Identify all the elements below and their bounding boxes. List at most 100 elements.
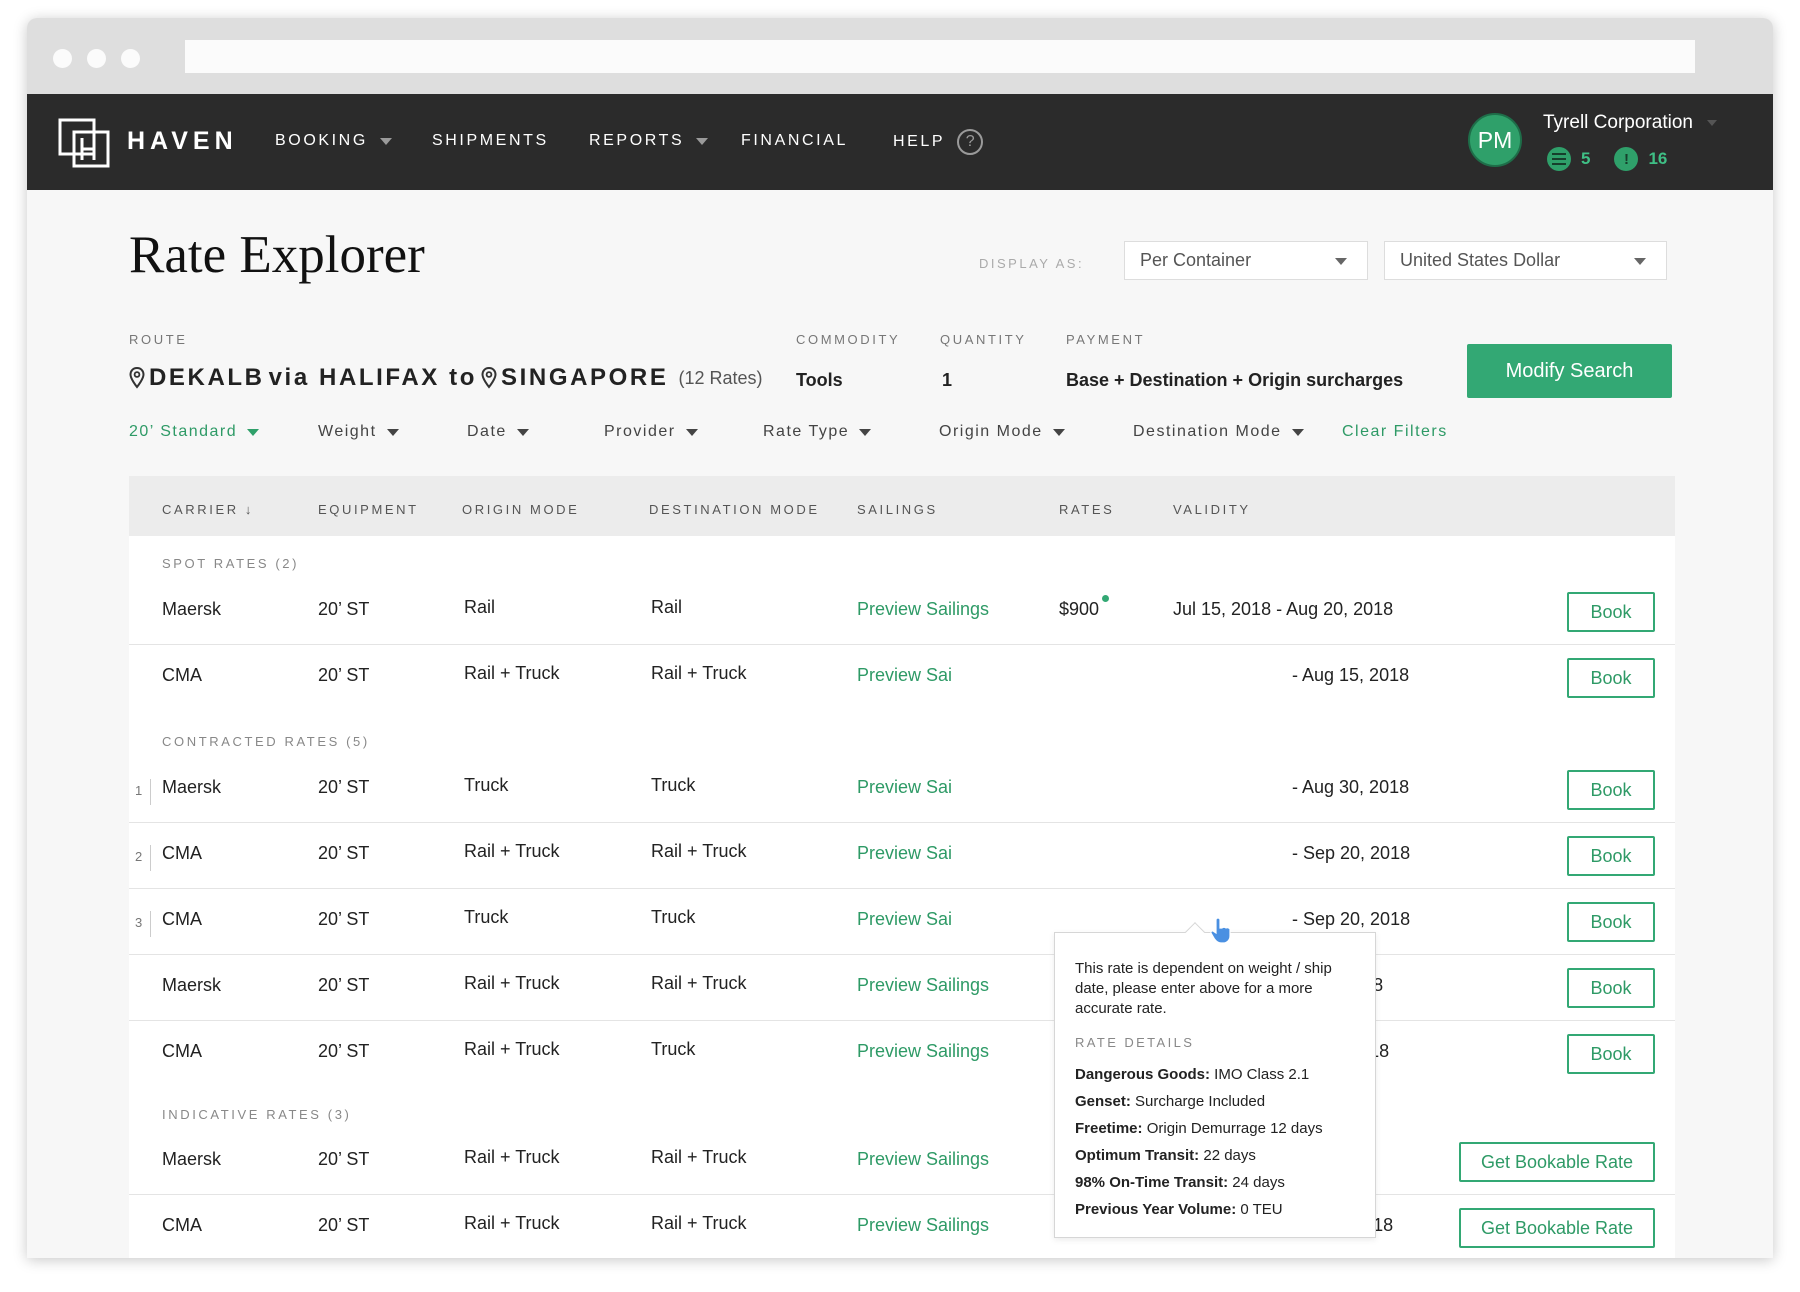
- col-carrier[interactable]: CARRIER ↓: [162, 502, 254, 517]
- filter-weight[interactable]: Weight: [318, 423, 399, 441]
- address-bar[interactable]: [185, 40, 1695, 73]
- filter-container-label: 20’ Standard: [129, 423, 238, 440]
- nav-help[interactable]: HELP ?: [893, 129, 984, 155]
- book-button[interactable]: Book: [1567, 836, 1655, 876]
- origin-mode-cell: Rail + Truck: [464, 1147, 560, 1167]
- nav-booking-label: BOOKING: [275, 132, 368, 149]
- nav-booking[interactable]: BOOKING: [275, 132, 392, 150]
- alert-badge[interactable]: ! 16: [1614, 147, 1667, 171]
- haven-logo-icon[interactable]: [58, 118, 110, 168]
- preview-sailings-link[interactable]: Preview Sailings: [857, 1041, 989, 1062]
- preview-sailings-link[interactable]: Preview Sai: [857, 909, 952, 930]
- alert-count: 16: [1648, 149, 1668, 168]
- currency-select[interactable]: United States Dollar: [1384, 241, 1667, 280]
- col-validity: VALIDITY: [1173, 502, 1251, 517]
- destination-mode-cell: Rail + Truck: [651, 1213, 747, 1233]
- filter-rate-type[interactable]: Rate Type: [763, 423, 872, 441]
- route-origin: DEKALB: [149, 364, 265, 391]
- nav-financial-label: FINANCIAL: [741, 132, 848, 149]
- currency-value: United States Dollar: [1400, 250, 1561, 270]
- help-icon: ?: [957, 129, 984, 155]
- route-via: via HALIFAX to: [268, 364, 478, 391]
- filter-date[interactable]: Date: [467, 423, 529, 441]
- carrier-cell: Maersk: [162, 975, 222, 995]
- filter-origin-mode[interactable]: Origin Mode: [939, 423, 1065, 441]
- preview-sailings-link[interactable]: Preview Sai: [857, 843, 952, 864]
- carrier-cell: CMA: [162, 909, 202, 929]
- preview-sailings-link[interactable]: Preview Sai: [857, 777, 952, 798]
- validity-cell: - Sep 20, 2018: [1292, 909, 1411, 929]
- chevron-down-icon: [1634, 258, 1646, 265]
- commodity-value: Tools: [796, 370, 843, 390]
- filter-provider[interactable]: Provider: [604, 423, 698, 441]
- nav-shipments[interactable]: SHIPMENTS: [432, 132, 549, 150]
- preview-sailings-link[interactable]: Preview Sailings: [857, 975, 989, 996]
- origin-mode-cell: Truck: [464, 907, 509, 927]
- payment-value: Base + Destination + Origin surcharges: [1066, 370, 1404, 390]
- nav-financial[interactable]: FINANCIAL: [741, 132, 848, 150]
- tooltip-message: This rate is dependent on weight / ship …: [1075, 960, 1332, 1017]
- org-switcher[interactable]: Tyrell Corporation: [1543, 112, 1717, 134]
- tooltip-detail-row: Optimum Transit: 22 days: [1075, 1146, 1355, 1173]
- display-as-select[interactable]: Per Container: [1124, 241, 1368, 280]
- window-minimize-dot[interactable]: [87, 49, 106, 68]
- equipment-cell: 20’ ST: [318, 1215, 370, 1235]
- preview-sailings-link[interactable]: Preview Sailings: [857, 599, 989, 620]
- filter-date-label: Date: [467, 423, 507, 440]
- table-row: Maersk 20’ ST Rail + Truck Rail + Truck Prev…: [129, 955, 1675, 1021]
- filter-origin-mode-label: Origin Mode: [939, 423, 1043, 440]
- destination-mode-cell: Truck: [651, 775, 696, 795]
- filter-provider-label: Provider: [604, 423, 676, 440]
- chevron-down-icon: [1335, 258, 1347, 265]
- filter-weight-label: Weight: [318, 423, 377, 440]
- book-button[interactable]: Book: [1567, 968, 1655, 1008]
- book-button[interactable]: Book: [1567, 592, 1655, 632]
- window-close-dot[interactable]: [53, 49, 72, 68]
- col-rates: RATES: [1059, 502, 1115, 517]
- origin-mode-cell: Rail + Truck: [464, 1039, 560, 1059]
- book-button[interactable]: Book: [1567, 902, 1655, 942]
- table-row: Maersk 20’ ST Rail + Truck Rail + Truck Prev…: [129, 1129, 1675, 1195]
- preview-sailings-link[interactable]: Preview Sailings: [857, 1149, 989, 1170]
- book-button[interactable]: Book: [1567, 658, 1655, 698]
- preview-sailings-link[interactable]: Preview Sailings: [857, 1215, 989, 1236]
- task-list-badge[interactable]: 5: [1547, 147, 1590, 171]
- rate-info-dot-icon[interactable]: [1102, 595, 1110, 602]
- detail-key: Genset:: [1075, 1093, 1131, 1110]
- get-bookable-rate-button[interactable]: Get Bookable Rate: [1459, 1142, 1655, 1182]
- clear-filters-link[interactable]: Clear Filters: [1342, 423, 1448, 441]
- avatar[interactable]: PM: [1468, 113, 1522, 167]
- modify-search-button[interactable]: Modify Search: [1467, 344, 1672, 398]
- destination-mode-cell: Truck: [651, 1039, 696, 1059]
- route-destination: SINGAPORE: [501, 364, 669, 391]
- chevron-down-icon: [1052, 428, 1065, 436]
- book-button[interactable]: Book: [1567, 770, 1655, 810]
- book-button[interactable]: Book: [1567, 1034, 1655, 1074]
- destination-mode-cell: Rail + Truck: [651, 1147, 747, 1167]
- carrier-cell: Maersk: [162, 599, 222, 619]
- filter-destination-mode-label: Destination Mode: [1133, 423, 1282, 440]
- rates-table: CARRIER ↓ EQUIPMENT ORIGIN MODE DESTINAT…: [129, 476, 1675, 1258]
- nav-reports[interactable]: REPORTS: [589, 132, 709, 150]
- carrier-cell: CMA: [162, 843, 202, 863]
- rate-count: (12 Rates): [678, 367, 763, 388]
- filter-destination-mode[interactable]: Destination Mode: [1133, 423, 1304, 441]
- tooltip-detail-row: Dangerous Goods: IMO Class 2.1: [1075, 1065, 1355, 1092]
- payment-label: PAYMENT: [1066, 332, 1146, 347]
- rate-value: $900: [1059, 599, 1100, 619]
- filter-container[interactable]: 20’ Standard: [129, 423, 260, 441]
- section-spot-rates: SPOT RATES (2): [162, 556, 300, 571]
- chevron-down-icon: [247, 428, 260, 436]
- rate-cell[interactable]: $900: [1059, 595, 1110, 620]
- carrier-cell: CMA: [162, 665, 202, 685]
- task-count: 5: [1581, 149, 1591, 168]
- table-row: 3 CMA 20’ ST Truck Truck Preview Sai - Sep 20,…: [129, 889, 1675, 955]
- window-maximize-dot[interactable]: [121, 49, 140, 68]
- equipment-cell: 20’ ST: [318, 665, 370, 685]
- preview-sailings-link[interactable]: Preview Sai: [857, 665, 952, 686]
- org-name: Tyrell Corporation: [1543, 112, 1693, 133]
- detail-value: 0 TEU: [1236, 1201, 1283, 1218]
- browser-chrome: [27, 18, 1773, 94]
- get-bookable-rate-button[interactable]: Get Bookable Rate: [1459, 1208, 1655, 1248]
- origin-mode-cell: Rail: [464, 597, 496, 617]
